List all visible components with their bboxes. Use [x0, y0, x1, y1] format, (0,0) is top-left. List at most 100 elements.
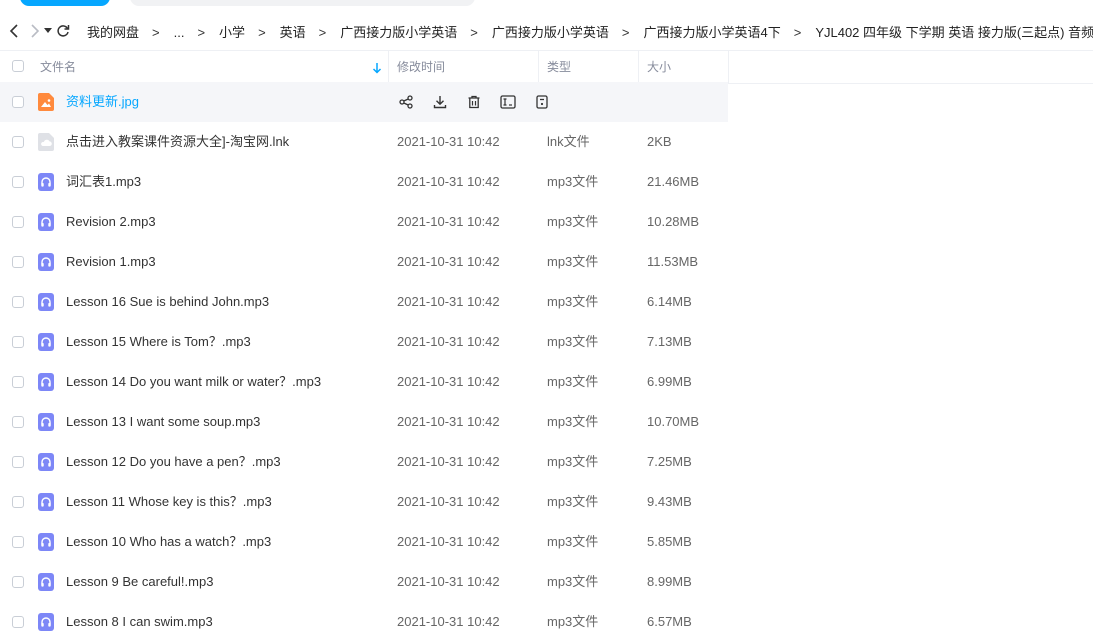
- row-checkbox[interactable]: [12, 176, 24, 188]
- file-name[interactable]: Revision 1.mp3: [66, 242, 156, 282]
- file-row[interactable]: Lesson 9 Be careful!.mp3 2021-10-31 10:42…: [0, 562, 1093, 602]
- row-checkbox[interactable]: [12, 576, 24, 588]
- file-name[interactable]: Lesson 9 Be careful!.mp3: [66, 562, 213, 602]
- share-icon[interactable]: [397, 93, 415, 111]
- file-type: mp3文件: [547, 574, 599, 589]
- breadcrumb-separator: >: [470, 24, 478, 40]
- audio-file-icon: [38, 373, 54, 391]
- breadcrumb-item[interactable]: ...: [174, 25, 185, 40]
- file-row[interactable]: Lesson 10 Who has a watch？.mp3 2021-10-31…: [0, 522, 1093, 562]
- audio-file-icon: [38, 613, 54, 631]
- navigation-bar: 我的网盘 >... > 小学 > 英语 > 广西接力版小学英语 > 广西接力版小学英语 > 广西接力版…: [0, 12, 1093, 50]
- file-modified-date: 2021-10-31 10:42: [397, 174, 500, 189]
- row-checkbox[interactable]: [12, 536, 24, 548]
- row-checkbox[interactable]: [12, 376, 24, 388]
- delete-icon[interactable]: [465, 93, 483, 111]
- audio-file-icon: [38, 173, 54, 191]
- file-row[interactable]: Lesson 16 Sue is behind John.mp3 2021-10-…: [0, 282, 1093, 322]
- file-row[interactable]: Lesson 15 Where is Tom？.mp3 2021-10-31 10…: [0, 322, 1093, 362]
- breadcrumb-separator: >: [197, 24, 206, 40]
- row-checkbox[interactable]: [12, 96, 24, 108]
- file-name[interactable]: Lesson 11 Whose key is this？.mp3: [66, 482, 272, 522]
- file-row[interactable]: Lesson 11 Whose key is this？.mp3 2021-10-…: [0, 482, 1093, 522]
- row-checkbox[interactable]: [12, 496, 24, 508]
- audio-file-icon: [38, 213, 54, 231]
- breadcrumb-item[interactable]: YJL402 四年级 下学期 英语 接力版(三起点) 音频（全册）: [815, 25, 1093, 40]
- select-all-checkbox[interactable]: [12, 60, 24, 72]
- link-file-icon: [38, 133, 54, 151]
- row-checkbox[interactable]: [12, 216, 24, 228]
- file-name[interactable]: Lesson 10 Who has a watch？.mp3: [66, 522, 271, 562]
- breadcrumb-item[interactable]: 广西接力版小学英语4下: [643, 25, 780, 40]
- file-row[interactable]: Lesson 8 I can swim.mp3 2021-10-31 10:42 m…: [0, 602, 1093, 642]
- breadcrumb-item[interactable]: 我的网盘: [87, 25, 139, 40]
- column-modified-header[interactable]: 修改时间: [397, 51, 445, 83]
- column-size-header[interactable]: 大小: [647, 51, 671, 83]
- file-type: mp3文件: [547, 334, 599, 349]
- file-type: mp3文件: [547, 454, 599, 469]
- file-type: mp3文件: [547, 254, 599, 269]
- file-row[interactable]: Revision 2.mp3 2021-10-31 10:42 mp3文件 10.28…: [0, 202, 1093, 242]
- file-modified-date: 2021-10-31 10:42: [397, 494, 500, 509]
- breadcrumb-separator: >: [621, 24, 630, 40]
- row-checkbox[interactable]: [12, 416, 24, 428]
- chevron-left-icon[interactable]: [9, 20, 21, 42]
- file-name[interactable]: Lesson 13 I want some soup.mp3: [66, 402, 260, 442]
- chevron-right-icon[interactable]: [28, 20, 40, 42]
- audio-file-icon: [38, 293, 54, 311]
- file-type: mp3文件: [547, 534, 599, 549]
- column-type-header[interactable]: 类型: [547, 51, 571, 83]
- file-row[interactable]: Lesson 13 I want some soup.mp3 2021-10-31…: [0, 402, 1093, 442]
- audio-file-icon: [38, 333, 54, 351]
- sort-down-arrow-icon[interactable]: [372, 51, 382, 83]
- file-name[interactable]: 资料更新.jpg: [66, 82, 139, 122]
- search-input[interactable]: [130, 0, 475, 6]
- file-name[interactable]: 词汇表1.mp3: [66, 162, 141, 202]
- more-icon[interactable]: [533, 93, 551, 111]
- file-row[interactable]: Lesson 14 Do you want milk or water？.mp3…: [0, 362, 1093, 402]
- breadcrumb-item[interactable]: 广西接力版小学英语: [340, 25, 457, 40]
- file-name[interactable]: Lesson 14 Do you want milk or water？.mp3: [66, 362, 321, 402]
- file-name[interactable]: Lesson 15 Where is Tom？.mp3: [66, 322, 251, 362]
- file-name[interactable]: Lesson 8 I can swim.mp3: [66, 602, 213, 642]
- row-checkbox[interactable]: [12, 256, 24, 268]
- row-checkbox[interactable]: [12, 456, 24, 468]
- breadcrumb-separator: >: [318, 24, 327, 40]
- row-checkbox[interactable]: [12, 616, 24, 628]
- refresh-icon[interactable]: [56, 20, 70, 42]
- file-name[interactable]: Revision 2.mp3: [66, 202, 156, 242]
- file-row[interactable]: Lesson 12 Do you have a pen？.mp3 2021-10-…: [0, 442, 1093, 482]
- column-divider: [638, 51, 639, 83]
- file-name[interactable]: Lesson 16 Sue is behind John.mp3: [66, 282, 269, 322]
- file-modified-date: 2021-10-31 10:42: [397, 134, 500, 149]
- upload-button[interactable]: [20, 0, 110, 6]
- caret-down-icon[interactable]: [44, 20, 52, 42]
- file-size: 9.43MB: [647, 494, 692, 509]
- file-name[interactable]: Lesson 12 Do you have a pen？.mp3: [66, 442, 281, 482]
- file-size: 8.99MB: [647, 574, 692, 589]
- file-size: 6.14MB: [647, 294, 692, 309]
- audio-file-icon: [38, 533, 54, 551]
- file-size: 10.70MB: [647, 414, 700, 429]
- file-row[interactable]: 词汇表1.mp3 2021-10-31 10:42 mp3文件 21.46MB: [0, 162, 1093, 202]
- breadcrumb-item[interactable]: 广西接力版小学英语: [492, 25, 609, 40]
- row-actions: [397, 93, 567, 111]
- row-checkbox[interactable]: [12, 296, 24, 308]
- download-icon[interactable]: [431, 93, 449, 111]
- file-size: 7.13MB: [647, 334, 692, 349]
- file-row[interactable]: Revision 1.mp3 2021-10-31 10:42 mp3文件 11.53…: [0, 242, 1093, 282]
- rename-icon[interactable]: [499, 93, 517, 111]
- row-checkbox[interactable]: [12, 336, 24, 348]
- file-size: 7.25MB: [647, 454, 692, 469]
- file-type: mp3文件: [547, 174, 599, 189]
- file-row[interactable]: 资料更新.jpg: [0, 82, 1093, 122]
- file-row[interactable]: 点击进入教案课件资源大全]-淘宝网.lnk 2021-10-31 10:42 lnk…: [0, 122, 1093, 162]
- breadcrumb-item[interactable]: 英语: [280, 25, 306, 40]
- column-name-header[interactable]: 文件名: [40, 51, 76, 83]
- file-name[interactable]: 点击进入教案课件资源大全]-淘宝网.lnk: [66, 122, 289, 162]
- row-checkbox[interactable]: [12, 136, 24, 148]
- file-size: 2KB: [647, 134, 672, 149]
- breadcrumb-separator: >: [258, 24, 266, 40]
- file-modified-date: 2021-10-31 10:42: [397, 614, 500, 629]
- breadcrumb-item[interactable]: 小学: [219, 25, 245, 40]
